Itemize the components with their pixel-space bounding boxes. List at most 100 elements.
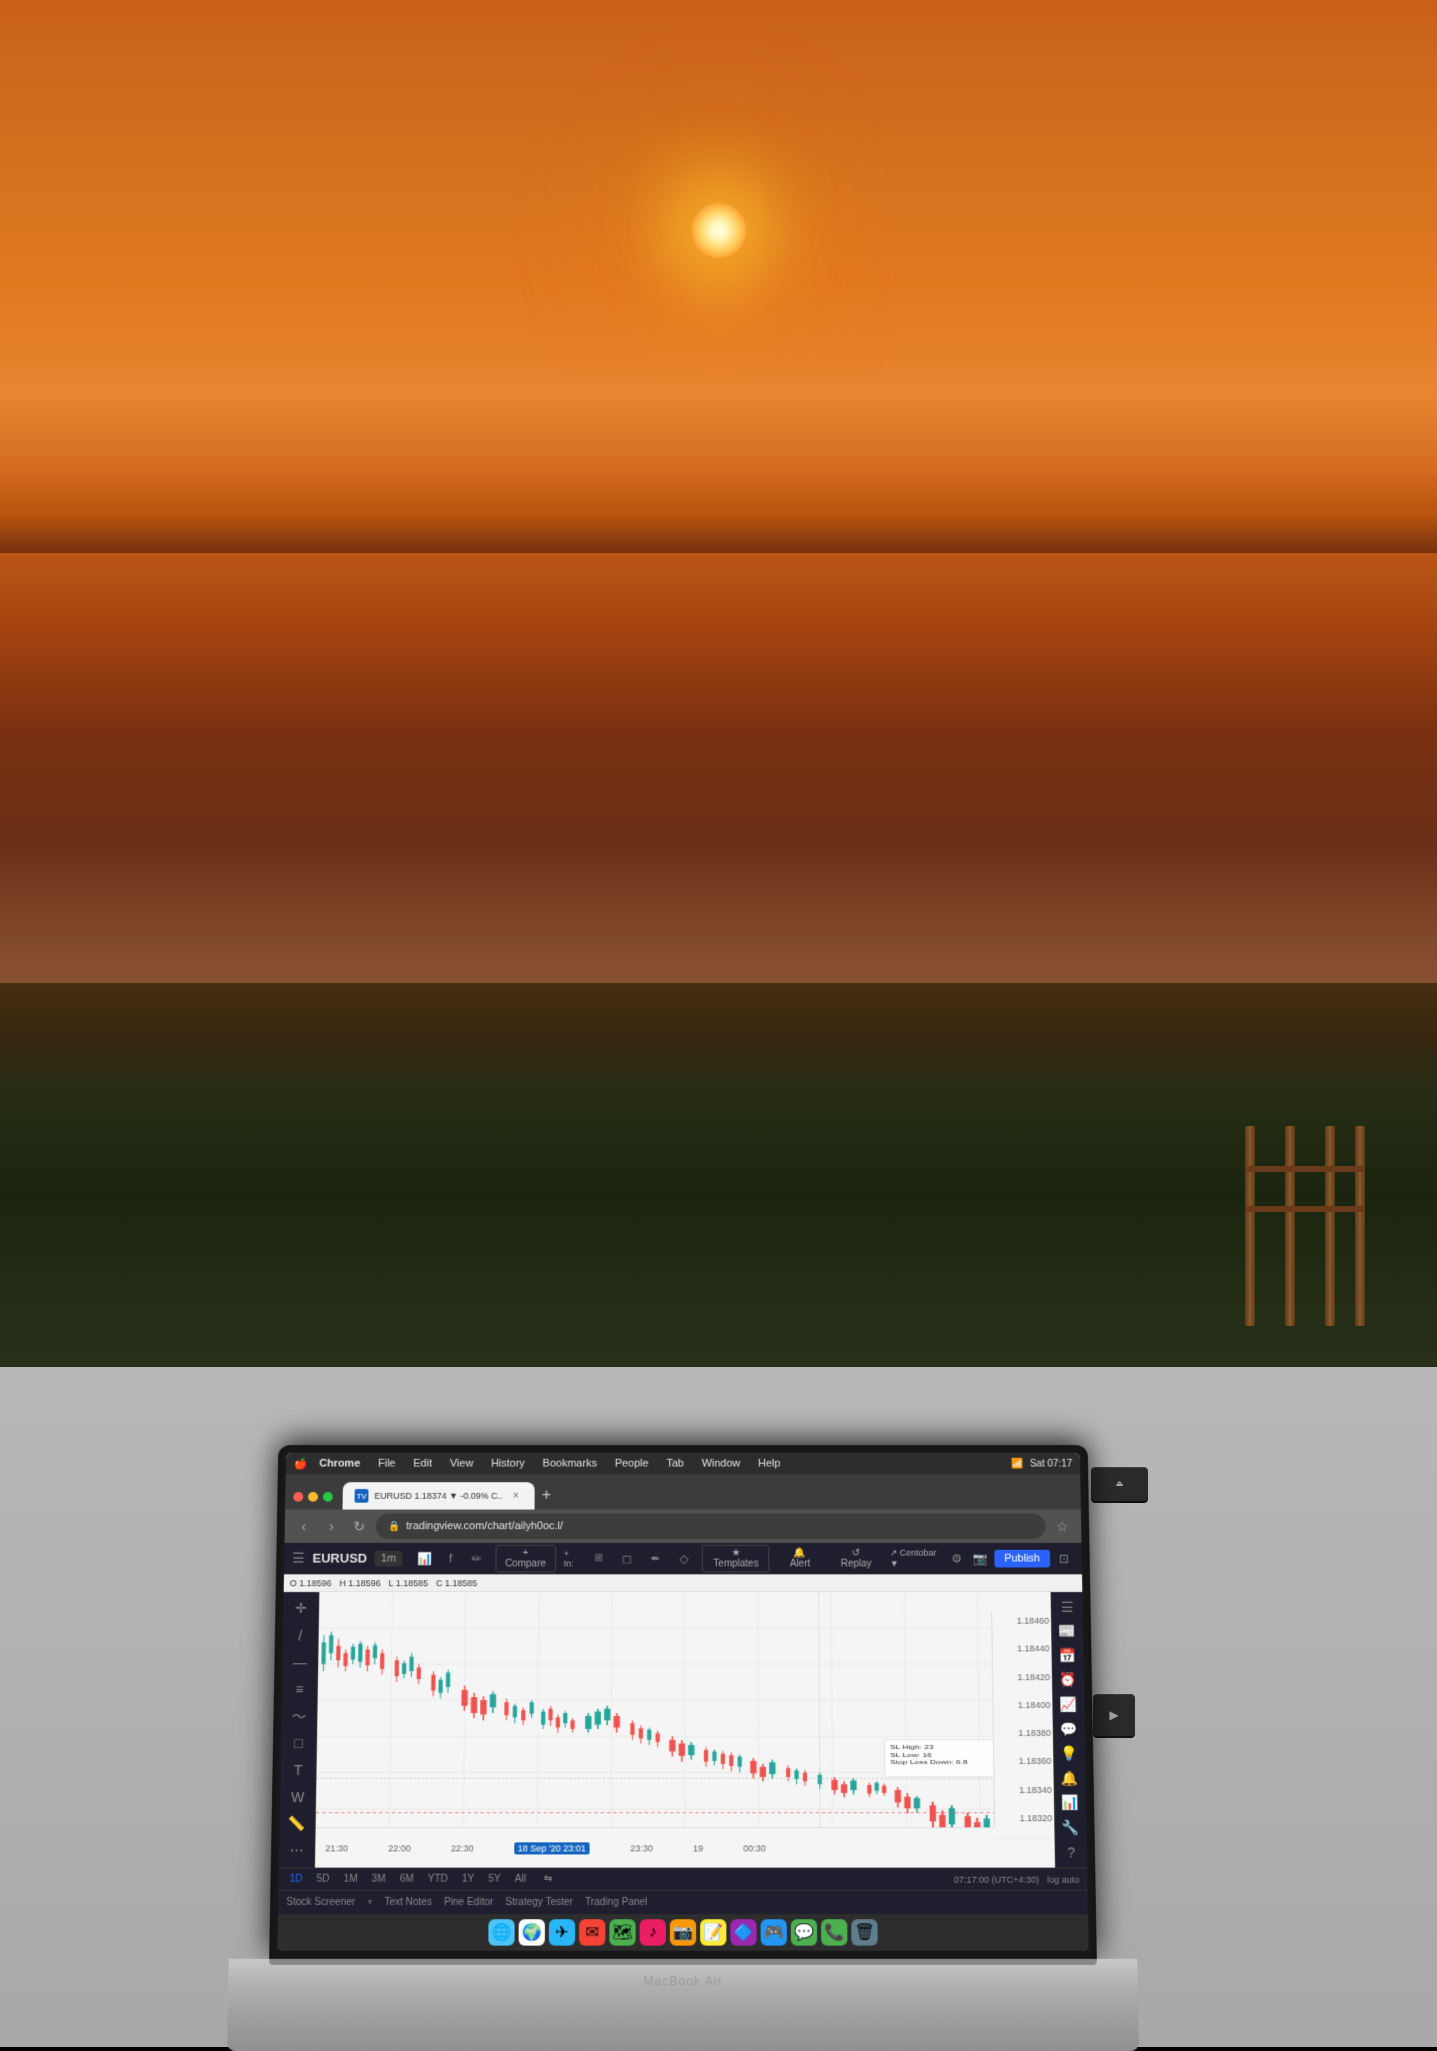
price-scale-p1: 1.18440	[994, 1644, 1049, 1654]
calendar-icon[interactable]: 📅	[1053, 1645, 1081, 1667]
compare-button[interactable]: + Compare	[495, 1544, 556, 1572]
tab-close-button[interactable]: ×	[508, 1489, 522, 1503]
dock-notes[interactable]: 📝	[700, 1919, 726, 1945]
menu-tab[interactable]: Tab	[660, 1458, 689, 1470]
period-ytd[interactable]: YTD	[424, 1874, 450, 1885]
time-label-highlighted: 18 Sep '20 23:01	[513, 1842, 589, 1854]
horizontal-line-tool[interactable]: —	[285, 1649, 313, 1674]
dock-maps[interactable]: 🗺	[609, 1919, 635, 1945]
timeframe-selector[interactable]: 1m	[374, 1550, 401, 1566]
footer-strategy[interactable]: Strategy Tester	[505, 1897, 573, 1908]
footer-trading[interactable]: Trading Panel	[584, 1897, 646, 1908]
wave-tool[interactable]: W	[283, 1784, 311, 1809]
tv-chart-area[interactable]: SL High: 23 SL Low: 16 Stop Loss Down: 6…	[315, 1592, 1055, 1867]
drawing-icon[interactable]: ✏	[465, 1547, 487, 1569]
magnet-icon[interactable]: ◻	[616, 1547, 637, 1569]
dock-email[interactable]: ✉	[579, 1919, 605, 1945]
chrome-tab[interactable]: TV EURUSD 1.18374 ▼ -0.09% C... ×	[342, 1482, 534, 1509]
bookmark-button[interactable]: ☆	[1051, 1515, 1073, 1537]
menu-edit[interactable]: Edit	[407, 1458, 438, 1470]
new-tab-button[interactable]: +	[534, 1486, 558, 1509]
dock-trash[interactable]: 🗑	[851, 1919, 877, 1945]
period-6m[interactable]: 6M	[396, 1874, 416, 1885]
period-3m[interactable]: 3M	[368, 1874, 388, 1885]
dock-messages[interactable]: 💬	[790, 1919, 816, 1945]
dock-chrome[interactable]: 🌍	[518, 1919, 544, 1945]
indicator-icon[interactable]: f	[439, 1547, 461, 1569]
footer-notes[interactable]: Text Notes	[384, 1897, 432, 1908]
dock-telegram[interactable]: ✈	[548, 1919, 574, 1945]
text-tool[interactable]: T	[283, 1757, 311, 1782]
chart-type-icons: 📊 f ✏	[413, 1547, 487, 1569]
tab-favicon: TV	[354, 1489, 368, 1503]
close-button[interactable]	[293, 1492, 303, 1502]
news-icon[interactable]: 📰	[1053, 1620, 1081, 1642]
dock-music[interactable]: ♪	[639, 1919, 665, 1945]
compare-toggle[interactable]: ⇆	[536, 1868, 558, 1890]
hamburger-menu[interactable]: ☰	[292, 1550, 305, 1567]
period-1y[interactable]: 1Y	[458, 1874, 476, 1885]
more-tools[interactable]: ⋯	[282, 1838, 311, 1863]
menu-history[interactable]: History	[485, 1458, 531, 1470]
period-5y[interactable]: 5Y	[485, 1874, 503, 1885]
watchlist-icon[interactable]: ☰	[1053, 1596, 1081, 1618]
price-scale-p5: 1.18360	[996, 1756, 1051, 1766]
shape-tool[interactable]: □	[284, 1730, 312, 1755]
sky	[0, 0, 1437, 1126]
symbol-label[interactable]: EURUSD	[312, 1551, 367, 1566]
help-icon[interactable]: ?	[1057, 1841, 1086, 1864]
footer-screener[interactable]: Stock Screener	[286, 1897, 355, 1908]
menu-window[interactable]: Window	[695, 1458, 746, 1470]
forward-button[interactable]: ›	[320, 1515, 342, 1537]
templates-button[interactable]: ★ Templates	[702, 1544, 769, 1572]
dock-app1[interactable]: 🔷	[730, 1919, 756, 1945]
price-high: H 1.18596	[339, 1578, 380, 1588]
settings-icon[interactable]: ⚙	[946, 1547, 966, 1569]
cursor-tool[interactable]: ✛	[286, 1596, 314, 1621]
line-tool[interactable]: /	[286, 1623, 314, 1648]
chat-icon[interactable]: 💬	[1055, 1718, 1083, 1741]
address-field[interactable]: 🔒 tradingview.com/chart/ailyh0oc.l/	[375, 1513, 1045, 1538]
menu-help[interactable]: Help	[752, 1458, 786, 1470]
brush-tool[interactable]: 〜	[284, 1703, 312, 1728]
fullscreen-icon[interactable]: ⊡	[1053, 1547, 1073, 1569]
horizon-glow	[0, 473, 1437, 553]
period-1d[interactable]: 1D	[286, 1874, 305, 1885]
ruler-tool[interactable]: 📏	[282, 1811, 311, 1836]
menu-people[interactable]: People	[608, 1458, 654, 1470]
channel-tool[interactable]: ≡	[285, 1676, 313, 1701]
trend-icon[interactable]: 📊	[1056, 1791, 1084, 1814]
dock-photos[interactable]: 📷	[669, 1919, 695, 1945]
idea-icon[interactable]: 💡	[1055, 1742, 1083, 1765]
maximize-button[interactable]	[322, 1492, 332, 1502]
menu-bookmarks[interactable]: Bookmarks	[536, 1458, 602, 1470]
back-button[interactable]: ‹	[292, 1515, 314, 1537]
replay-button[interactable]: ↺ Replay	[830, 1545, 882, 1571]
footer-pine[interactable]: Pine Editor	[443, 1897, 492, 1908]
minimize-button[interactable]	[308, 1492, 318, 1502]
dock-phone[interactable]: 📞	[821, 1919, 847, 1945]
alert-button[interactable]: 🔔 Alert	[777, 1545, 822, 1571]
camera-icon[interactable]: 📷	[970, 1547, 990, 1569]
chart-icon[interactable]: 📈	[1054, 1693, 1082, 1715]
dock-app2[interactable]: 🎮	[760, 1919, 786, 1945]
svg-text:Stop Loss Down: 6.8: Stop Loss Down: 6.8	[890, 1758, 968, 1765]
publish-button[interactable]: Publish	[994, 1549, 1050, 1567]
tools-icon[interactable]: 🔧	[1056, 1816, 1084, 1839]
bar-chart-icon[interactable]: 📊	[413, 1547, 435, 1569]
grid-icon[interactable]: ⊞	[588, 1547, 609, 1569]
menu-chrome[interactable]: Chrome	[313, 1458, 366, 1470]
menu-view[interactable]: View	[443, 1458, 478, 1470]
pencil-icon[interactable]: ✒	[645, 1547, 666, 1569]
dock-finder[interactable]: 🌐	[488, 1919, 514, 1945]
period-1m[interactable]: 1M	[340, 1874, 360, 1885]
eye-icon[interactable]: ◇	[673, 1547, 694, 1569]
menu-file[interactable]: File	[372, 1458, 402, 1470]
clock-icon[interactable]: ⏰	[1054, 1669, 1082, 1691]
period-all[interactable]: All	[511, 1874, 528, 1885]
period-5d[interactable]: 5D	[313, 1874, 332, 1885]
mac-menubar: 🍎 Chrome File Edit View History Bookmark…	[285, 1453, 1080, 1474]
reload-button[interactable]: ↻	[348, 1515, 370, 1537]
price-scale-p4: 1.18380	[995, 1728, 1050, 1738]
bell-icon[interactable]: 🔔	[1055, 1767, 1083, 1790]
